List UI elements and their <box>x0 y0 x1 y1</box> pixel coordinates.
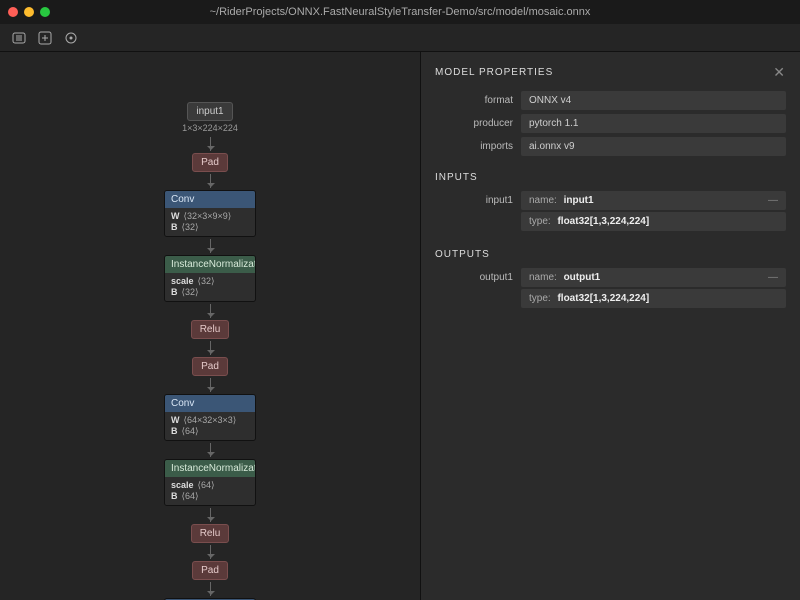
input-id: input1 <box>435 191 521 233</box>
property-label: format <box>435 91 521 110</box>
input-block: input1name: input1— type: float32[1,3,224… <box>435 191 786 233</box>
input-row[interactable]: name: input1— <box>521 191 786 210</box>
close-icon[interactable]: ✕ <box>773 64 786 81</box>
graph-canvas[interactable]: input11×3×224×224PadConvW⟨32×3×9×9⟩B⟨32⟩… <box>0 52 420 600</box>
property-row: formatONNX v4 <box>435 91 786 110</box>
view-icon[interactable] <box>62 29 80 47</box>
edge-arrow <box>210 582 211 596</box>
output-id: output1 <box>435 268 521 310</box>
edge-arrow <box>210 545 211 559</box>
property-row: importsai.onnx v9 <box>435 137 786 156</box>
window-close-button[interactable] <box>8 7 18 17</box>
pad-node[interactable]: Pad <box>192 561 228 580</box>
edge-arrow <box>210 378 211 392</box>
node-title: InstanceNormalization <box>165 256 255 273</box>
title-bar: ~/RiderProjects/ONNX.FastNeuralStyleTran… <box>0 0 800 24</box>
node-attrs: scale⟨32⟩B⟨32⟩ <box>165 273 255 301</box>
node-title: Conv <box>165 191 255 208</box>
inputs-heading: INPUTS <box>435 172 786 183</box>
pad-node[interactable]: Pad <box>192 357 228 376</box>
pad-node[interactable]: Pad <box>192 153 228 172</box>
node-attrs: W⟨64×32×3×3⟩B⟨64⟩ <box>165 412 255 440</box>
node-title: InstanceNormalization <box>165 460 255 477</box>
window-title: ~/RiderProjects/ONNX.FastNeuralStyleTran… <box>0 6 800 18</box>
edge-arrow <box>210 174 211 188</box>
inorm-node[interactable]: InstanceNormalizationscale⟨64⟩B⟨64⟩ <box>164 459 256 506</box>
output-row[interactable]: type: float32[1,3,224,224] <box>521 289 786 308</box>
edge-arrow <box>210 137 211 151</box>
window-minimize-button[interactable] <box>24 7 34 17</box>
property-value: ai.onnx v9 <box>521 137 786 156</box>
window-zoom-button[interactable] <box>40 7 50 17</box>
outputs-heading: OUTPUTS <box>435 249 786 260</box>
edge-arrow <box>210 341 211 355</box>
data-node[interactable]: input1 <box>187 102 232 121</box>
node-title: Conv <box>165 395 255 412</box>
input-row[interactable]: type: float32[1,3,224,224] <box>521 212 786 231</box>
output-row[interactable]: name: output1— <box>521 268 786 287</box>
relu-node[interactable]: Relu <box>191 524 230 543</box>
property-value: ONNX v4 <box>521 91 786 110</box>
add-icon[interactable] <box>36 29 54 47</box>
properties-panel: MODEL PROPERTIES ✕ formatONNX v4producer… <box>420 52 800 600</box>
property-value: pytorch 1.1 <box>521 114 786 133</box>
panel-title: MODEL PROPERTIES <box>435 67 553 78</box>
property-row: producerpytorch 1.1 <box>435 114 786 133</box>
node-attrs: W⟨32×3×9×9⟩B⟨32⟩ <box>165 208 255 236</box>
sidebar-toggle-icon[interactable] <box>10 29 28 47</box>
edge-arrow <box>210 443 211 457</box>
edge-label: 1×3×224×224 <box>182 123 238 133</box>
node-attrs: scale⟨64⟩B⟨64⟩ <box>165 477 255 505</box>
toolbar <box>0 24 800 52</box>
collapse-icon[interactable]: — <box>768 195 778 206</box>
relu-node[interactable]: Relu <box>191 320 230 339</box>
conv-node[interactable]: ConvW⟨64×32×3×3⟩B⟨64⟩ <box>164 394 256 441</box>
property-label: producer <box>435 114 521 133</box>
conv-node[interactable]: ConvW⟨32×3×9×9⟩B⟨32⟩ <box>164 190 256 237</box>
edge-arrow <box>210 508 211 522</box>
edge-arrow <box>210 304 211 318</box>
inorm-node[interactable]: InstanceNormalizationscale⟨32⟩B⟨32⟩ <box>164 255 256 302</box>
property-label: imports <box>435 137 521 156</box>
collapse-icon[interactable]: — <box>768 272 778 283</box>
edge-arrow <box>210 239 211 253</box>
output-block: output1name: output1— type: float32[1,3,2… <box>435 268 786 310</box>
